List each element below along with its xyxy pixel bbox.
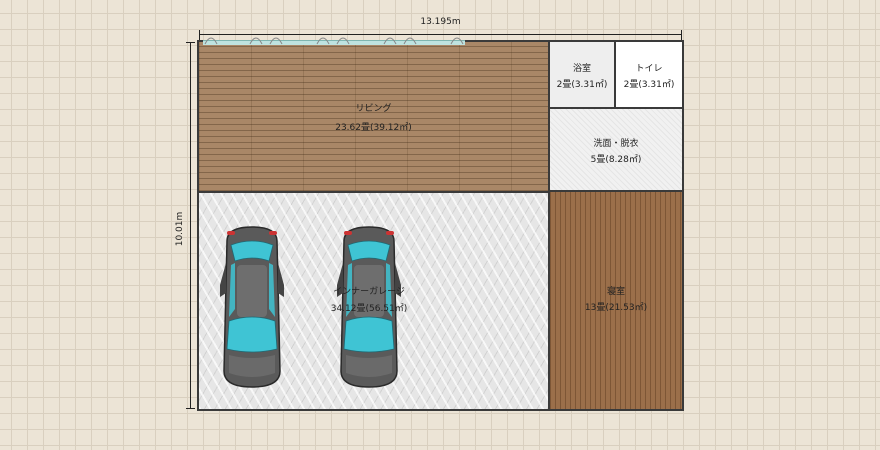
window-icon	[383, 37, 397, 45]
room-garage[interactable]: インナーガレージ 34.12畳(56.51㎡)	[199, 193, 548, 409]
height-dimension-line	[190, 42, 191, 409]
toilet-area: 2畳(3.31㎡)	[623, 80, 675, 90]
window-icon	[450, 37, 464, 45]
window-icon	[316, 37, 330, 45]
washroom-name: 洗面・脱衣	[593, 139, 639, 149]
room-toilet[interactable]: トイレ 2畳(3.31㎡)	[616, 42, 682, 107]
room-bath[interactable]: 浴室 2畳(3.31㎡)	[550, 42, 614, 107]
washroom-area: 5畳(8.28㎡)	[590, 155, 642, 165]
toilet-name: トイレ	[635, 64, 663, 74]
garage-area: 34.12畳(56.51㎡)	[330, 304, 408, 314]
window-icon	[336, 37, 350, 45]
garage-name: インナーガレージ	[333, 287, 405, 297]
height-dimension-label: 10.01m	[175, 211, 185, 247]
window-icon	[249, 37, 263, 45]
height-dimension-tick-top	[186, 42, 195, 43]
window-icon	[403, 37, 417, 45]
living-area: 23.62畳(39.12㎡)	[335, 123, 412, 133]
room-bedroom[interactable]: 寝室 13畳(21.53㎡)	[550, 192, 682, 409]
bedroom-name: 寝室	[606, 287, 625, 297]
floor-plan: リビング 23.62畳(39.12㎡) 浴室 2畳(3.31㎡) トイレ 2畳(…	[197, 37, 684, 411]
bath-area: 2畳(3.31㎡)	[556, 80, 608, 90]
room-living[interactable]: リビング 23.62畳(39.12㎡)	[199, 42, 548, 191]
window-icons	[204, 37, 464, 45]
height-dimension-tick-bottom	[186, 408, 195, 409]
window-icon	[269, 37, 283, 45]
bath-name: 浴室	[572, 64, 591, 74]
window-icon	[204, 37, 218, 45]
bedroom-area: 13畳(21.53㎡)	[584, 303, 648, 313]
room-washroom[interactable]: 洗面・脱衣 5畳(8.28㎡)	[550, 109, 682, 190]
width-dimension-tick-right	[681, 30, 682, 40]
living-name: リビング	[355, 104, 392, 114]
